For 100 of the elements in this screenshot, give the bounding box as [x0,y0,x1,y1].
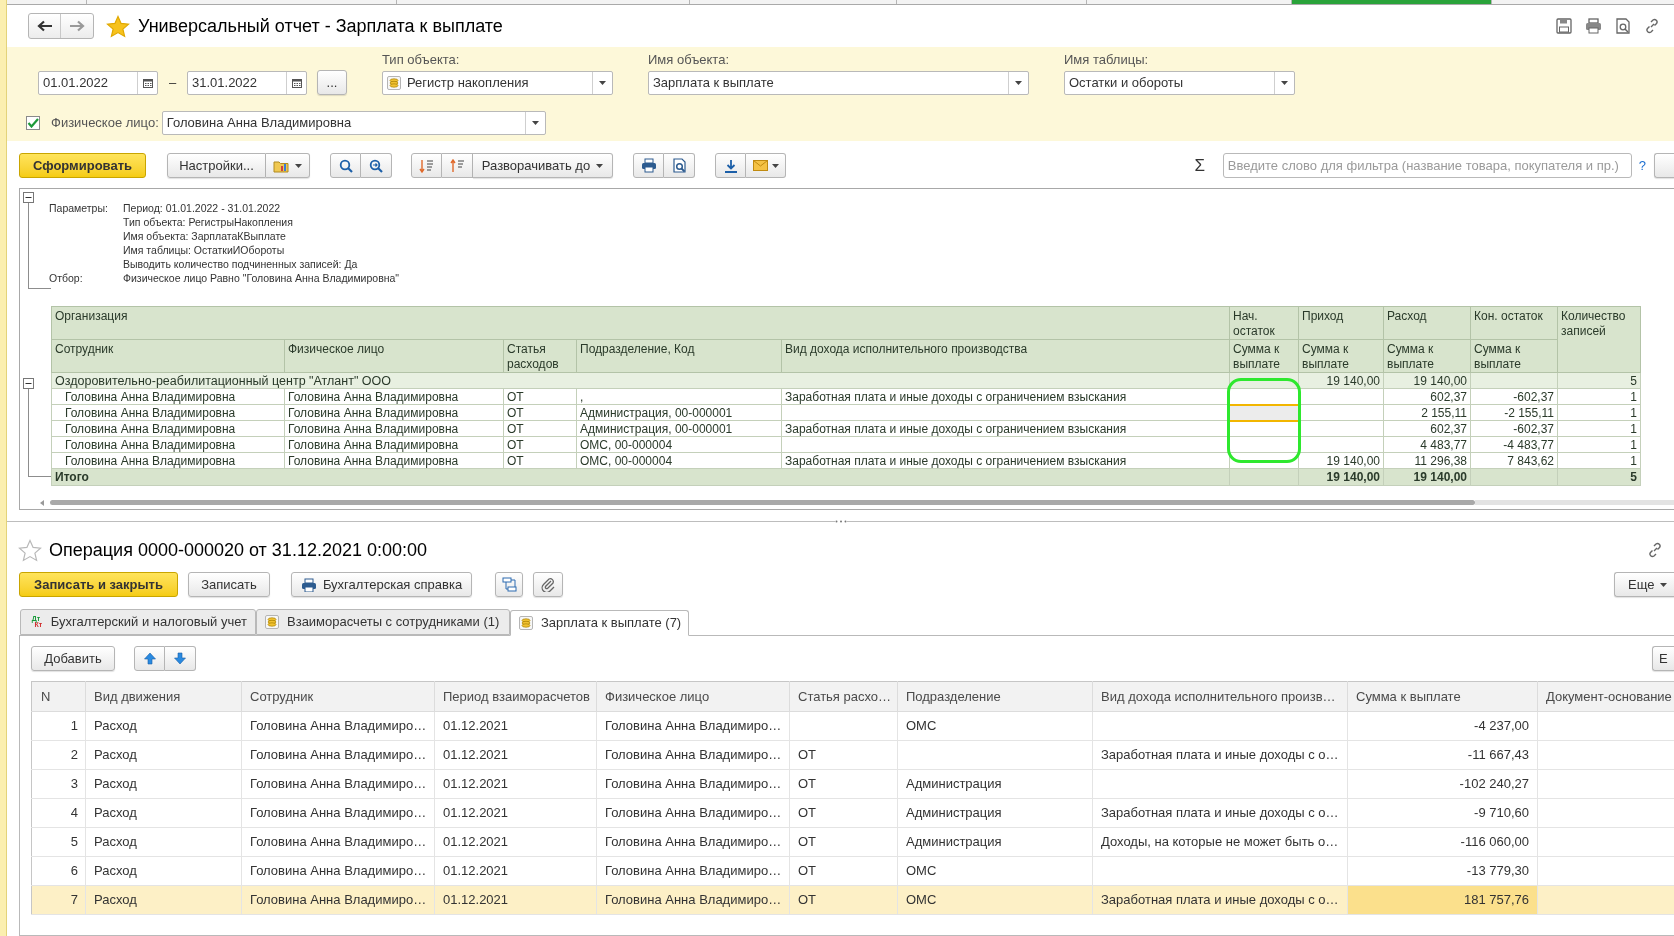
table-cell: ОМС, 00-000004 [576,452,782,469]
toolbar-button[interactable]: Е [1652,646,1674,671]
table-cell: Головина Анна Владимиро… [596,798,790,828]
link-icon[interactable] [1647,542,1663,558]
download-icon [723,158,738,173]
table-cell: , [576,388,782,405]
checkbox[interactable] [26,116,40,130]
table-cell: Головина Анна Владимировна [51,388,285,405]
column-header: Приход [1298,306,1384,340]
table-cell: -102 240,27 [1347,769,1538,799]
send-mail-button[interactable] [746,153,786,178]
save-icon[interactable] [1556,18,1572,34]
table-cell: Головина Анна Владимиро… [596,711,790,741]
collapse-icon[interactable] [23,192,34,203]
search-button[interactable] [330,153,361,178]
table-cell: 01.12.2021 [434,769,597,799]
save-to-file-button[interactable] [715,153,746,178]
collapse-icon[interactable] [23,378,34,389]
table-cell: -602,37 [1470,388,1558,405]
table-cell: -13 779,30 [1347,856,1538,886]
print-preview-icon [671,158,687,173]
search-next-button[interactable] [361,153,392,178]
variant-button[interactable] [266,153,310,178]
link-icon[interactable] [1644,18,1660,34]
table-cell: -11 667,43 [1347,740,1538,770]
more-button[interactable]: Еще [1614,572,1674,597]
table-cell: ОТ [789,740,898,770]
paperclip-icon [541,577,555,592]
sum-sign: Σ [1193,154,1206,177]
period-button[interactable]: ... [317,70,347,95]
structure-button[interactable] [495,572,523,597]
print-button[interactable] [633,153,664,178]
table-cell: Доходы, на которые не может быть о… [1092,827,1348,857]
selected-row[interactable]: 7 Расход Головина Анна Владимиро… 01.12.2021 Головина Анна Владимиро… ОТ ОМС Заработная плата и иные доходы с о… 181 757,76 [31,885,1674,915]
row-number: 2 [31,740,86,770]
table-cell: 181 757,76 [1347,885,1538,915]
move-up-button[interactable] [134,646,165,671]
tab[interactable]: Взаиморасчеты с сотрудниками (1) [256,609,510,635]
filter-field[interactable]: Введите слово для фильтра (название товара, покупателя и пр.) [1222,153,1632,178]
settings-button[interactable]: Настройки... [167,153,266,178]
column-header: Кон. остаток [1470,306,1558,340]
tab[interactable]: Зарплата к выплате (7) [510,610,689,636]
favorite-star-icon[interactable] [18,538,42,562]
sort-descending-button[interactable] [411,153,442,178]
column-header: Период взаиморасчетов [434,681,597,712]
search-icon [338,158,353,173]
sort-descending-icon [419,158,434,173]
expand-to-button[interactable]: Разворачивать до [473,153,613,178]
add-button[interactable]: Добавить [31,646,115,671]
parameter-value: Имя таблицы: ОстаткиИОбороты [123,243,285,259]
table-cell: Расход [85,711,242,741]
selected-cell[interactable] [1229,404,1299,421]
column-header: Физическое лицо [284,339,504,373]
table-cell: ОМС [897,885,1093,915]
table-cell: Головина Анна Владимиро… [596,885,790,915]
column-header: Нач. остаток [1229,306,1299,340]
print-icon[interactable] [1585,18,1602,34]
table-cell: Головина Анна Владимиро… [241,740,435,770]
table-cell: Администрация, 00-000001 [576,420,782,437]
column-header: Вид дохода исполнительного производства [781,339,1230,373]
table-cell: ОТ [503,452,577,469]
sort-ascending-icon [449,158,465,173]
field-label: Физическое лицо: [51,114,159,133]
horizontal-scrollbar[interactable] [40,500,1674,505]
field-label: Тип объекта: [382,53,461,69]
table-cell: Администрация [897,798,1093,828]
help-link[interactable]: ? [1638,155,1646,176]
generate-button[interactable]: Сформировать [19,153,146,178]
favorite-star-icon[interactable] [106,14,130,38]
table-cell: ОМС [897,711,1093,741]
print-preview-icon[interactable] [1615,18,1631,34]
splitter-handle-icon[interactable] [834,519,847,523]
arrow-up-icon [142,652,157,665]
report-button[interactable]: Бухгалтерская справка [291,572,472,597]
parameter-label: Отбор: [49,271,84,287]
coins-icon [519,616,533,630]
column-header: Сумма к выплате [1229,339,1299,373]
table-cell: 2 155,11 [1383,404,1471,421]
column-header: Вид движения [85,681,242,712]
table-cell: 19 140,00 [1298,452,1384,469]
table-cell: Заработная плата и иные доходы с о… [1092,798,1348,828]
table-cell: Головина Анна Владимировна [284,452,504,469]
save-button[interactable]: Записать [188,572,270,597]
preview-button[interactable] [664,153,695,178]
table-cell: Головина Анна Владимиро… [596,740,790,770]
table-cell: -602,37 [1470,420,1558,437]
table-cell: Головина Анна Владимиро… [596,856,790,886]
table-cell: -9 710,60 [1347,798,1538,828]
table-cell: 1 [1557,420,1641,437]
column-header: Вид дохода исполнительного произв… [1092,681,1348,712]
sort-ascending-button[interactable] [442,153,473,178]
attach-button[interactable] [533,572,563,597]
back-arrow-icon [36,20,53,32]
table-cell: 11 296,38 [1383,452,1471,469]
caret-icon [295,163,302,168]
table-cell: Головина Анна Владимировна [284,404,504,421]
table-cell: 01.12.2021 [434,798,597,828]
save-and-close-button[interactable]: Записать и закрыть [19,572,178,597]
parameter-value: Выводить количество подчиненных записей: Да [123,257,358,273]
move-down-button[interactable] [165,646,196,671]
